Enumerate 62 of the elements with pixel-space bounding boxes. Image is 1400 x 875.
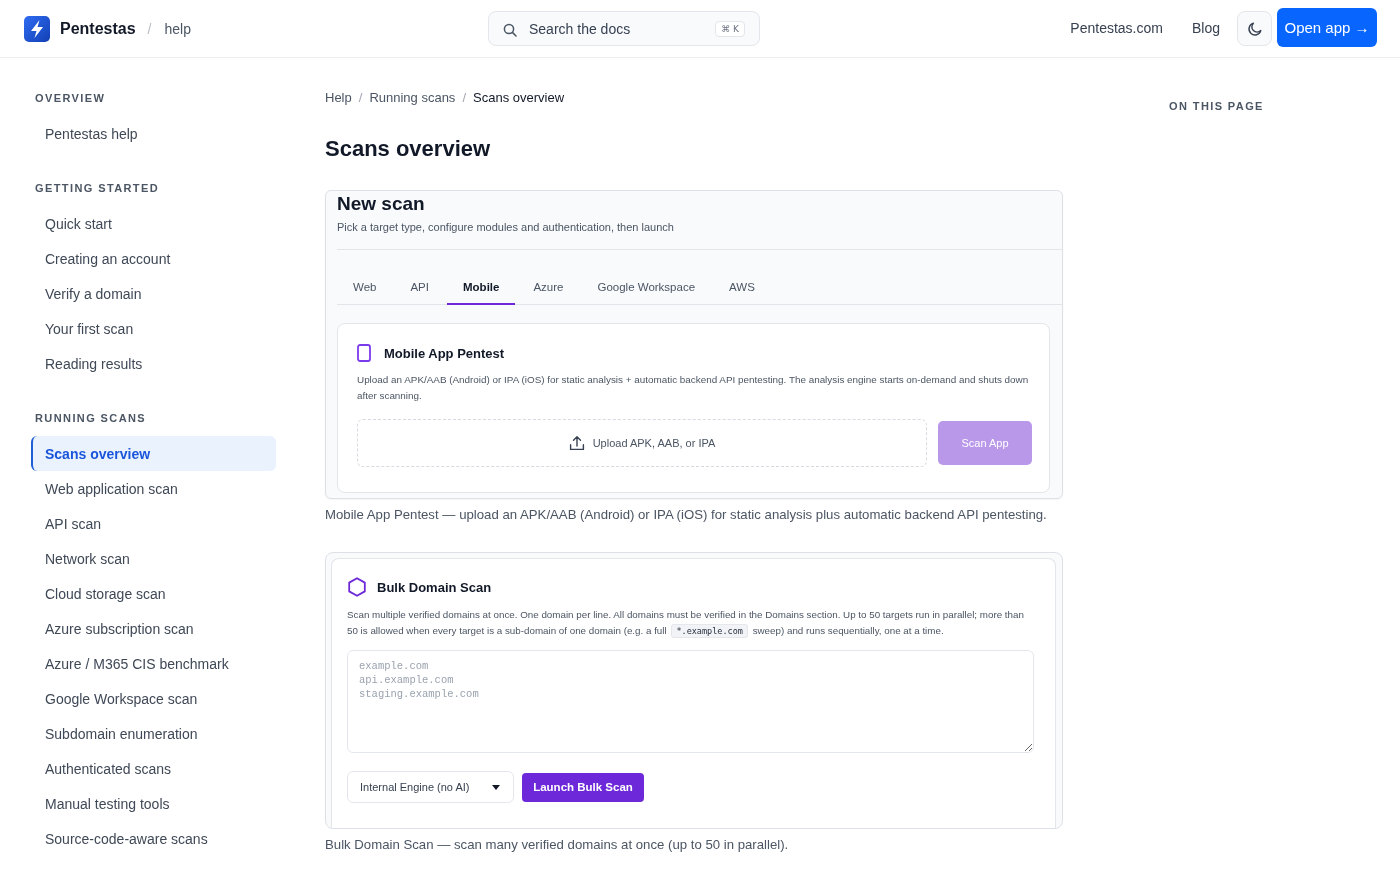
- search-button[interactable]: Search the docs ⌘ K: [488, 11, 760, 46]
- section-link[interactable]: help: [164, 20, 191, 37]
- sidebar-item[interactable]: Verify a domain: [31, 276, 276, 311]
- panel-description: Upload an APK/AAB (Android) or IPA (iOS) for static analysis + automatic backend API pentesting. The analysis engine starts on-demand and shuts down after scanning.: [357, 373, 1030, 403]
- panel-title: Mobile App Pentest: [384, 345, 505, 361]
- launch-bulk-scan-button[interactable]: Launch Bulk Scan: [522, 772, 644, 802]
- sidebar-item[interactable]: Authenticated scans: [31, 751, 276, 786]
- sidebar-item[interactable]: Scans overview: [31, 436, 276, 471]
- brand-name[interactable]: Pentestas: [60, 19, 136, 38]
- breadcrumb-link[interactable]: Running scans: [369, 89, 456, 105]
- upload-icon: [568, 435, 585, 451]
- moon-icon: [1246, 20, 1263, 37]
- domains-input[interactable]: example.com api.example.com staging.example.com: [347, 650, 1034, 753]
- sidebar-heading: OVERVIEW: [34, 91, 106, 106]
- sidebar-item[interactable]: Network scan: [31, 541, 276, 576]
- nav-link[interactable]: Blog: [1191, 19, 1220, 36]
- card-title: New scan: [337, 193, 425, 215]
- tab[interactable]: Azure: [517, 270, 580, 305]
- engine-select[interactable]: Internal Engine (no AI): [347, 771, 514, 803]
- search-icon: [503, 22, 517, 37]
- page-title: Scans overview: [325, 135, 491, 163]
- sidebar-item[interactable]: Your first scan: [31, 311, 276, 346]
- sidebar-item[interactable]: Reading results: [31, 346, 276, 381]
- logo-icon: [24, 15, 50, 42]
- bulk-scan-description: Scan multiple verified domains at once. One domain per line. All domains must be verified in the Domains section. Up to 50 targets run in parallel; more than 50 is allowed when every target is a sub-domain of one domain (e.g. a full *.example.com sweep) and runs sequentially, one at a time.: [347, 608, 1025, 639]
- sidebar-item[interactable]: API scan: [31, 506, 276, 541]
- nav-link[interactable]: Pentestas.com: [1070, 19, 1163, 36]
- caret-icon: [492, 784, 500, 790]
- card-subtitle: Pick a target type, configure modules and authentication, then launch: [337, 220, 674, 234]
- caption: Mobile App Pentest — upload an APK/AAB (Android) or IPA (iOS) for static analysis plus automatic backend API pentesting.: [325, 506, 1047, 524]
- tab[interactable]: Google Workspace: [581, 270, 712, 305]
- breadcrumb-link[interactable]: Help: [325, 89, 352, 105]
- open-app-button[interactable]: Open app →: [1277, 8, 1377, 47]
- upload-dropzone[interactable]: Upload APK, AAB, or IPA: [357, 419, 927, 467]
- sidebar-item[interactable]: Source-code-aware scans: [31, 821, 276, 856]
- sidebar-item[interactable]: Azure / M365 CIS benchmark: [31, 646, 276, 681]
- sidebar-heading: GETTING STARTED: [34, 181, 160, 196]
- sidebar-item[interactable]: Cloud storage scan: [31, 576, 276, 611]
- phone-icon: [357, 344, 371, 362]
- breadcrumb-separator: /: [358, 89, 363, 105]
- sidebar-heading: RUNNING SCANS: [34, 411, 147, 426]
- theme-toggle-button[interactable]: [1237, 11, 1272, 46]
- breadcrumb-current: Scans overview: [473, 89, 565, 105]
- header-separator: /: [147, 20, 152, 37]
- panel-title: Bulk Domain Scan: [377, 579, 492, 595]
- tab[interactable]: API: [394, 270, 445, 305]
- caption: Bulk Domain Scan — scan many verified domains at once (up to 50 in parallel).: [325, 836, 789, 854]
- tab[interactable]: Mobile: [447, 270, 516, 305]
- sidebar-item[interactable]: Google Workspace scan: [31, 681, 276, 716]
- tab[interactable]: AWS: [713, 270, 771, 305]
- hexagon-icon: [347, 577, 367, 597]
- shortcut-key: ⌘ K: [715, 20, 745, 37]
- sidebar-item[interactable]: Azure subscription scan: [31, 611, 276, 646]
- sidebar-item[interactable]: Creating an account: [31, 241, 276, 276]
- breadcrumb-separator: /: [462, 89, 466, 105]
- toc-heading: ON THIS PAGE: [1169, 99, 1264, 114]
- sidebar-item[interactable]: Manual testing tools: [31, 786, 276, 821]
- sidebar-item[interactable]: Pentestas help: [31, 116, 276, 151]
- sidebar-item[interactable]: Quick start: [31, 206, 276, 241]
- tab[interactable]: Web: [337, 270, 393, 305]
- sidebar-item[interactable]: Subdomain enumeration: [31, 716, 276, 751]
- sidebar-item[interactable]: Web application scan: [31, 471, 276, 506]
